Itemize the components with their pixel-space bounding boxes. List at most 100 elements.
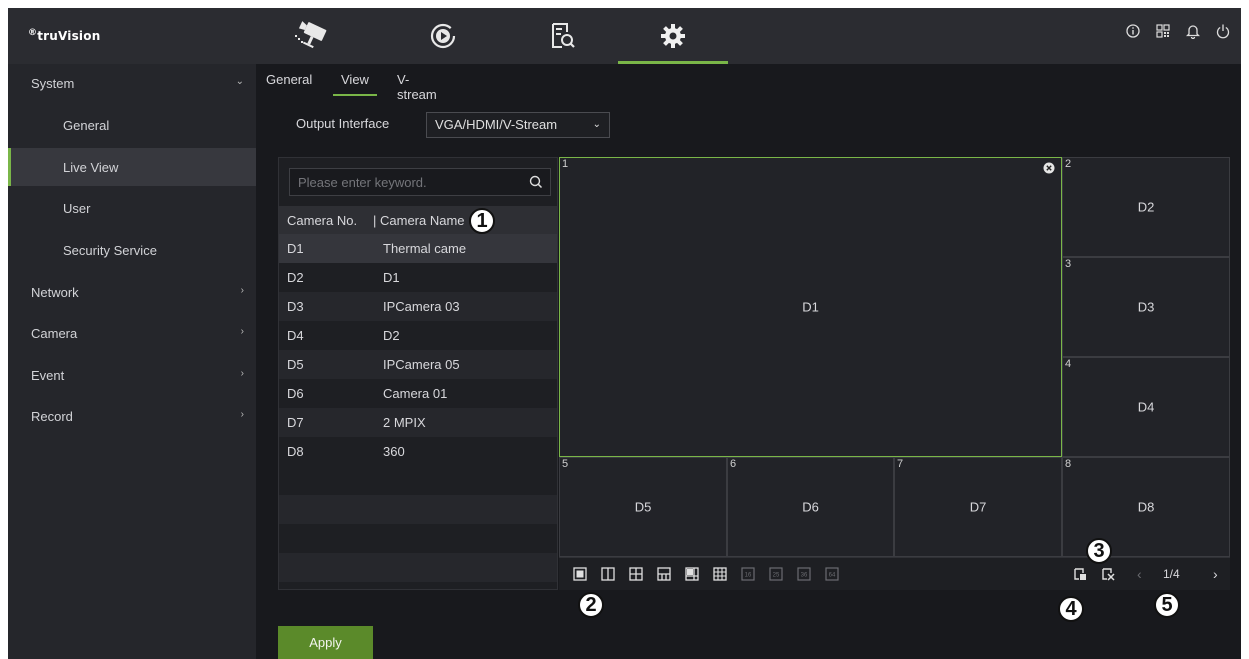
view-grid: 1 D1 2 D2 3 D3 4 D4 5 D5 6 D6 7 D7 8 D8 xyxy=(559,157,1230,557)
prev-page-button[interactable]: ‹ xyxy=(1137,566,1142,582)
camera-no: D4 xyxy=(287,328,304,343)
logo: ®truVision xyxy=(28,28,101,43)
column-header-camera-no[interactable]: Camera No. xyxy=(287,213,357,228)
top-bar: ®truVision xyxy=(8,8,1241,64)
search-icon[interactable] xyxy=(528,174,544,190)
sidebar-item-live-view[interactable]: Live View xyxy=(8,148,256,186)
top-nav-playback[interactable] xyxy=(388,8,498,64)
playback-icon xyxy=(430,23,456,49)
view-window[interactable]: 2 D2 xyxy=(1062,157,1230,257)
window-number: 2 xyxy=(1065,158,1072,170)
sidebar-item-record[interactable]: Record › xyxy=(8,397,256,435)
view-window[interactable]: 1 D1 xyxy=(559,157,1062,457)
sidebar-item-system[interactable]: System ⌄ xyxy=(8,64,256,102)
camera-name: IPCamera 03 xyxy=(383,299,460,314)
output-interface-label: Output Interface xyxy=(296,116,390,131)
sidebar-item-general[interactable]: General xyxy=(8,106,256,144)
sidebar: System ⌄ General Live View User Security … xyxy=(8,64,256,659)
window-camera-label: D3 xyxy=(1137,299,1155,315)
layout-1-icon[interactable] xyxy=(573,567,587,581)
page-indicator: 1/4 xyxy=(1163,567,1180,581)
apply-button[interactable]: Apply xyxy=(278,626,373,659)
callout-2: 2 xyxy=(578,592,604,618)
table-row[interactable]: D4 D2 xyxy=(279,321,557,350)
window-camera-label: D4 xyxy=(1137,399,1155,415)
column-header-camera-name[interactable]: | Camera Name xyxy=(373,213,465,228)
sidebar-item-network[interactable]: Network › xyxy=(8,273,256,311)
chevron-down-icon: ⌄ xyxy=(235,76,244,87)
window-camera-label: D7 xyxy=(969,499,987,515)
table-row[interactable]: D1 Thermal came xyxy=(279,234,557,263)
sidebar-item-security-service[interactable]: Security Service xyxy=(8,231,256,269)
layout-36-icon[interactable]: 36 xyxy=(797,567,811,581)
tab-view[interactable]: View xyxy=(333,72,377,96)
window-number: 5 xyxy=(562,458,569,470)
empty-row xyxy=(279,495,557,524)
top-icons xyxy=(1125,22,1231,40)
table-row[interactable]: D7 2 MPIX xyxy=(279,408,557,437)
sidebar-item-camera[interactable]: Camera › xyxy=(8,314,256,352)
svg-text:64: 64 xyxy=(829,573,836,579)
window-number: 4 xyxy=(1065,358,1072,370)
output-interface-select[interactable]: VGA/HDMI/V-Stream ⌄ xyxy=(426,112,610,138)
info-icon[interactable] xyxy=(1125,22,1141,40)
window-number: 6 xyxy=(730,458,737,470)
top-nav-search[interactable] xyxy=(508,8,618,64)
sidebar-item-user[interactable]: User xyxy=(8,189,256,227)
next-page-button[interactable]: › xyxy=(1213,566,1218,582)
camera-no: D1 xyxy=(287,241,304,256)
view-window[interactable]: 6 D6 xyxy=(727,457,894,557)
table-row[interactable]: D2 D1 xyxy=(279,263,557,292)
window-camera-label: D8 xyxy=(1137,499,1155,515)
tab-v-stream[interactable]: V-stream xyxy=(397,72,437,102)
table-row[interactable]: D5 IPCamera 05 xyxy=(279,350,557,379)
table-row[interactable]: D6 Camera 01 xyxy=(279,379,557,408)
chevron-right-icon: › xyxy=(240,368,244,379)
layout-16-icon[interactable]: 16 xyxy=(741,567,755,581)
tab-general[interactable]: General xyxy=(266,72,312,96)
top-nav-settings[interactable] xyxy=(618,8,728,64)
view-window[interactable]: 3 D3 xyxy=(1062,257,1230,357)
camera-no: D2 xyxy=(287,270,304,285)
window-camera-label: D2 xyxy=(1137,199,1155,215)
camera-no: D7 xyxy=(287,415,304,430)
app-window: ®truVision System ⌄ General Live View Us… xyxy=(8,8,1241,659)
layout-4-icon[interactable] xyxy=(629,567,643,581)
window-number: 8 xyxy=(1065,458,1072,470)
stop-live-view-icon[interactable] xyxy=(1101,567,1115,581)
camera-no: D6 xyxy=(287,386,304,401)
power-icon[interactable] xyxy=(1215,22,1231,40)
close-icon[interactable] xyxy=(1043,162,1055,174)
view-window[interactable]: 7 D7 xyxy=(894,457,1062,557)
window-number: 3 xyxy=(1065,258,1072,270)
layout-2-icon[interactable] xyxy=(601,567,615,581)
svg-text:36: 36 xyxy=(801,573,808,579)
live-view-camera-icon xyxy=(295,21,327,49)
qr-code-icon[interactable] xyxy=(1155,22,1171,40)
search-input[interactable] xyxy=(290,169,520,195)
svg-text:16: 16 xyxy=(745,573,752,579)
camera-no: D8 xyxy=(287,444,304,459)
view-window[interactable]: 5 D5 xyxy=(559,457,727,557)
layout-9-icon[interactable] xyxy=(713,567,727,581)
view-window[interactable]: 4 D4 xyxy=(1062,357,1230,457)
layout-25-icon[interactable]: 25 xyxy=(769,567,783,581)
callout-4: 4 xyxy=(1058,596,1084,622)
sidebar-item-event[interactable]: Event › xyxy=(8,356,256,394)
search-icon xyxy=(552,23,575,48)
layout-6-icon[interactable] xyxy=(657,567,671,581)
callout-3: 3 xyxy=(1086,538,1112,564)
window-camera-label: D6 xyxy=(802,499,819,515)
window-number: 1 xyxy=(562,158,569,170)
table-row[interactable]: D8 360 xyxy=(279,437,557,466)
camera-name: Thermal came xyxy=(383,241,467,256)
camera-name: D1 xyxy=(383,270,400,285)
view-window[interactable]: 8 D8 xyxy=(1062,457,1230,557)
settings-icon xyxy=(661,24,685,48)
layout-64-icon[interactable]: 64 xyxy=(825,567,839,581)
top-nav-live-view[interactable] xyxy=(258,8,368,64)
start-live-view-icon[interactable] xyxy=(1073,567,1087,581)
layout-8-icon[interactable] xyxy=(685,567,699,581)
bell-icon[interactable] xyxy=(1185,22,1201,40)
table-row[interactable]: D3 IPCamera 03 xyxy=(279,292,557,321)
